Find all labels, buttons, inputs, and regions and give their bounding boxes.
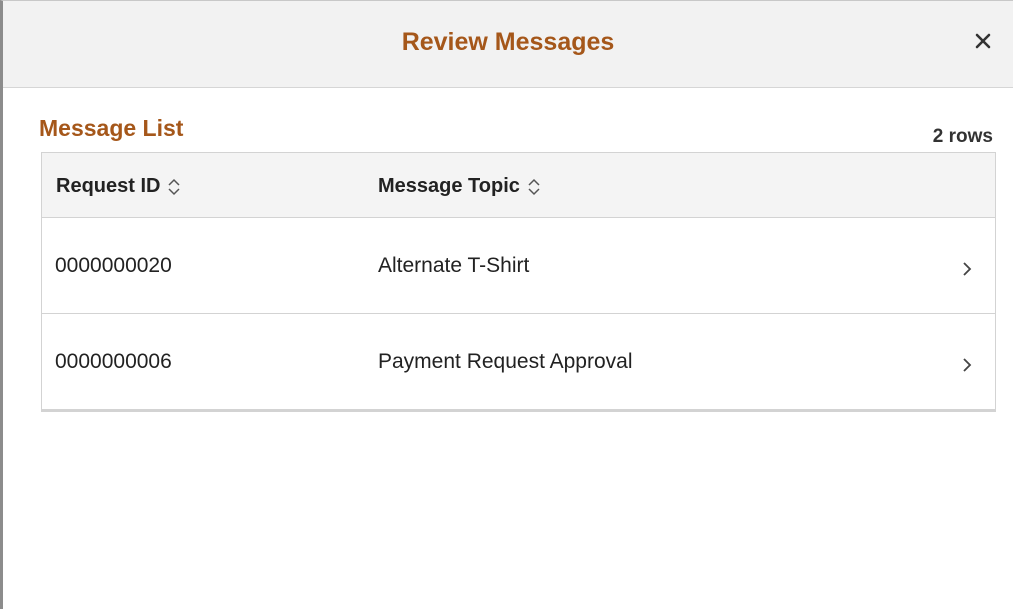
section-title: Message List [39,115,184,141]
table-row[interactable]: 0000000020 Alternate T-Shirt [42,218,995,313]
chevron-right-icon[interactable] [961,354,973,376]
row-count: 2 rows [932,126,993,147]
sort-icon [528,178,540,195]
column-header-label: Message Topic [378,175,520,197]
message-topic-cell: Alternate T-Shirt [378,254,530,277]
column-header-label: Request ID [56,175,161,197]
column-header-request-id[interactable]: Request ID [56,175,181,198]
sort-icon [168,178,180,195]
close-icon [975,33,991,49]
column-header-message-topic[interactable]: Message Topic [378,175,541,198]
message-topic-cell: Payment Request Approval [378,350,633,373]
table-row[interactable]: 0000000006 Payment Request Approval [42,313,995,409]
chevron-right-icon[interactable] [961,258,973,280]
review-messages-dialog: Review Messages Message List 2 rows Requ… [0,0,1013,609]
close-button[interactable] [967,23,999,59]
request-id-cell: 0000000006 [55,350,172,373]
request-id-cell: 0000000020 [55,254,172,277]
grid-header: Request ID Message Topic [42,153,995,218]
message-list-grid: Request ID Message Topic 0000000020 Alte… [41,152,996,412]
dialog-title: Review Messages [401,28,615,56]
dialog-header: Review Messages [3,1,1013,88]
